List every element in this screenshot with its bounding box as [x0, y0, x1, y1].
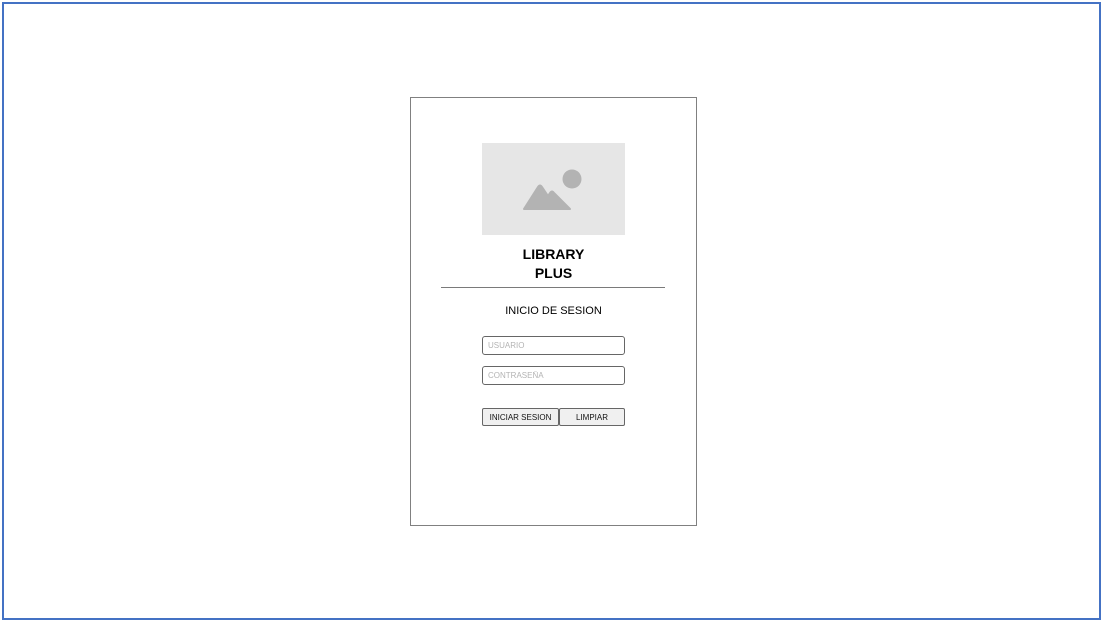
- login-card: LIBRARY PLUS INICIO DE SESION INICIAR SE…: [410, 97, 697, 526]
- image-placeholder-icon: [523, 169, 582, 210]
- app-title: LIBRARY PLUS: [411, 245, 696, 283]
- divider: [441, 287, 665, 288]
- login-button[interactable]: INICIAR SESION: [482, 408, 559, 426]
- app-title-line-2: PLUS: [534, 265, 573, 281]
- password-input[interactable]: [482, 366, 625, 385]
- login-heading: INICIO DE SESION: [505, 305, 602, 317]
- logo-placeholder: [482, 143, 625, 235]
- clear-button[interactable]: LIMPIAR: [559, 408, 625, 426]
- window-frame: LIBRARY PLUS INICIO DE SESION INICIAR SE…: [2, 2, 1101, 620]
- app-title-line-1: LIBRARY: [522, 246, 585, 262]
- username-input[interactable]: [482, 336, 625, 355]
